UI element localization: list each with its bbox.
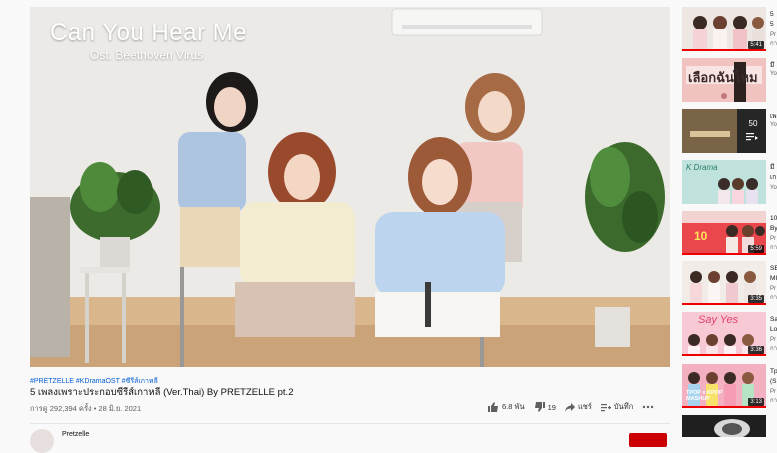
thumbnail-text: 10 <box>694 229 708 243</box>
like-count: 6.8 พัน <box>502 402 525 411</box>
video-player[interactable]: Can You Hear Me Ost. Beethoven Virus <box>30 7 670 367</box>
card-channel: Yo <box>770 122 777 128</box>
video-thumbnail[interactable]: 50 <box>682 109 766 153</box>
video-thumbnail[interactable]: Say Yes 3:36 <box>682 312 766 356</box>
thumbnail-text: K Drama <box>686 163 718 172</box>
thumbnail-text: Say Yes <box>698 314 739 326</box>
thumbnail-image <box>682 109 766 153</box>
card-title: มึ เก <box>770 164 777 181</box>
playlist-icon <box>746 133 758 141</box>
subscribe-button[interactable] <box>629 433 667 447</box>
duration-badge: 3:13 <box>748 398 764 406</box>
channel-avatar[interactable] <box>30 429 54 453</box>
video-thumbnail[interactable]: 3:35 <box>682 261 766 305</box>
video-thumbnail[interactable]: TPOP x KPOP MASHUP 3:13 <box>682 364 766 408</box>
thumbnail-text: TPOP x KPOP MASHUP <box>686 390 723 402</box>
video-thumbnail[interactable]: K Drama <box>682 160 766 204</box>
overlay-subtitle: Ost. Beethoven Virus <box>90 48 204 62</box>
playlist-count: 50 <box>748 119 758 128</box>
card-title: SE MI <box>770 265 777 282</box>
share-label: แชร์ <box>577 402 592 411</box>
thumbnail-text: เลือกฉันไหม <box>688 70 758 85</box>
video-thumbnail[interactable]: 5:41 <box>682 7 766 51</box>
recommendation-card[interactable]: TPOP x KPOP MASHUP 3:13 Tp (S Pr กา <box>682 364 777 408</box>
thumbnail-image <box>682 415 766 437</box>
recommendation-card[interactable]: เลือกฉันไหม มึ Yo <box>682 58 777 102</box>
duration-badge: 5:41 <box>748 41 764 49</box>
watch-progress-bar <box>682 49 766 51</box>
card-channel: Pr กา <box>770 389 777 404</box>
card-channel: Yo <box>770 185 777 191</box>
video-meta: การดู 292,394 ครั้ง • 28 มิ.ย. 2021 <box>30 404 142 413</box>
share-button[interactable]: แชร์ <box>564 401 592 413</box>
video-title: 5 เพลงเพราะประกอบซีรีส์เกาหลี (Ver.Thai)… <box>30 387 294 398</box>
watch-progress-bar <box>682 253 766 255</box>
recommendation-card[interactable] <box>682 415 777 437</box>
recommendation-card[interactable]: 10 5:59 10 By Pr กา <box>682 211 777 255</box>
thumbs-down-icon <box>534 402 545 412</box>
playlist-add-icon <box>600 403 611 411</box>
watch-progress-bar <box>682 303 766 305</box>
channel-row: Pretzelle <box>30 429 670 453</box>
overlay-title: Can You Hear Me <box>50 19 247 46</box>
video-thumbnail[interactable] <box>682 415 766 437</box>
recommendation-card[interactable]: 50 เพ Yo <box>682 109 777 153</box>
card-channel: Pr กา <box>770 236 777 251</box>
card-title: Tp (S <box>770 368 777 385</box>
more-horizontal-icon <box>643 405 654 409</box>
card-title: 55 <box>770 11 774 28</box>
dislike-count: 19 <box>547 402 556 412</box>
recommendation-card[interactable]: 3:35 SE MI Pr กา <box>682 261 777 305</box>
card-title: 10 By <box>770 215 777 232</box>
like-button[interactable]: 6.8 พัน <box>488 401 525 413</box>
video-actions: 6.8 พัน 19 แชร์ บันทึก <box>488 401 666 413</box>
watch-progress-bar <box>682 354 766 356</box>
recommendations-sidebar: 5:41 55 Pr กา เลือกฉันไหม มึ Yo 50 เพ Yo… <box>680 0 777 437</box>
recommendation-card[interactable]: Say Yes 3:36 Sa Lo Pr กา <box>682 312 777 356</box>
thumbs-up-icon <box>488 402 498 412</box>
divider <box>30 423 670 424</box>
duration-badge: 5:59 <box>748 245 764 253</box>
recommendation-card[interactable]: 5:41 55 Pr กา <box>682 7 777 51</box>
card-channel: Pr กา <box>770 286 777 301</box>
card-channel: Pr กา <box>770 32 777 47</box>
dislike-button[interactable]: 19 <box>534 402 556 412</box>
card-channel: Pr กา <box>770 337 777 352</box>
video-thumbnail[interactable]: 10 5:59 <box>682 211 766 255</box>
more-actions-button[interactable] <box>642 405 657 409</box>
watch-progress-bar <box>682 406 766 408</box>
save-button[interactable]: บันทึก <box>600 401 634 413</box>
card-channel: Yo <box>770 71 777 77</box>
share-icon <box>564 402 575 412</box>
duration-badge: 3:36 <box>748 346 764 354</box>
save-label: บันทึก <box>613 402 634 411</box>
card-title: Sa Lo <box>770 316 777 333</box>
recommendation-card[interactable]: K Drama มึ เก Yo <box>682 160 777 204</box>
video-thumbnail[interactable]: เลือกฉันไหม <box>682 58 766 102</box>
duration-badge: 3:35 <box>748 295 764 303</box>
